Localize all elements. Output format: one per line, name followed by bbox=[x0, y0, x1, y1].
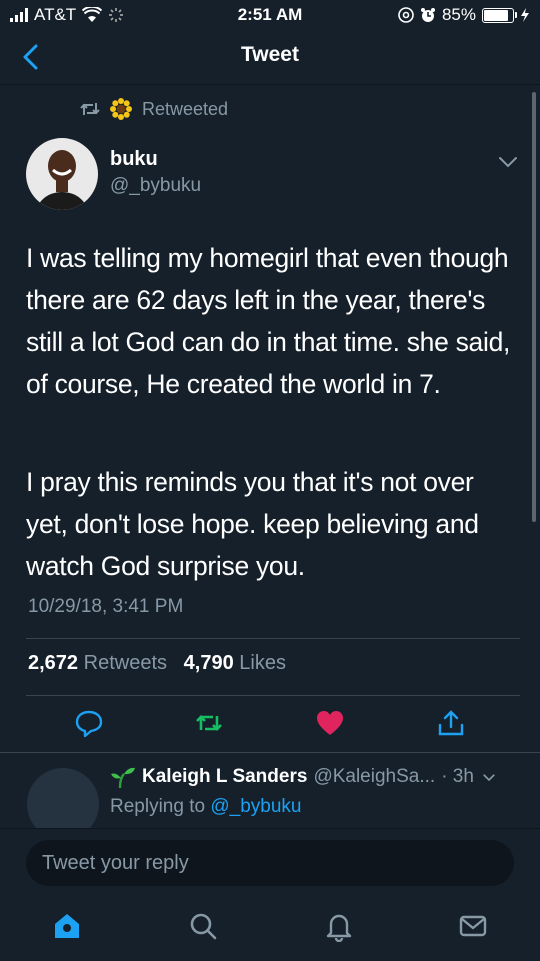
reply-header[interactable]: Kaleigh L Sanders @KaleighSa... · 3h bbox=[110, 766, 498, 788]
retweets-label[interactable]: Retweets bbox=[84, 652, 167, 674]
divider bbox=[26, 638, 520, 639]
battery-percent: 85% bbox=[441, 5, 476, 24]
share-icon[interactable] bbox=[436, 708, 466, 738]
tweet-stats: 2,672 Retweets 4,790 Likes bbox=[28, 652, 286, 675]
tweet-paragraph: I pray this reminds you that it's not ov… bbox=[26, 467, 479, 581]
retweets-count[interactable]: 2,672 bbox=[28, 652, 78, 674]
chevron-down-icon[interactable] bbox=[496, 150, 520, 174]
at-icon bbox=[398, 7, 414, 23]
battery-icon bbox=[482, 7, 517, 23]
author-name[interactable]: buku bbox=[110, 148, 158, 171]
likes-label[interactable]: Likes bbox=[239, 652, 286, 674]
reply-composer[interactable] bbox=[26, 840, 514, 886]
author-handle[interactable]: @_bybuku bbox=[110, 175, 201, 197]
chevron-down-icon[interactable] bbox=[480, 768, 498, 786]
sunflower-icon bbox=[110, 98, 132, 120]
heart-icon[interactable] bbox=[315, 708, 345, 738]
replying-to: Replying to @_bybuku bbox=[110, 796, 301, 818]
reply-input[interactable] bbox=[26, 840, 482, 886]
sprout-icon bbox=[111, 767, 135, 788]
charging-icon bbox=[521, 8, 529, 22]
messages-envelope-icon[interactable] bbox=[457, 910, 489, 942]
nav-bar: Tweet bbox=[0, 30, 540, 85]
home-icon[interactable] bbox=[51, 910, 83, 942]
reply-icon[interactable] bbox=[74, 708, 104, 738]
status-bar: AT&T 2:51 AM 85% bbox=[0, 0, 540, 30]
retweet-button-icon[interactable] bbox=[194, 708, 224, 738]
status-right: 85% bbox=[398, 5, 530, 25]
notifications-bell-icon[interactable] bbox=[323, 910, 355, 942]
replying-to-handle[interactable]: @_bybuku bbox=[210, 796, 301, 817]
battery-fill bbox=[484, 9, 508, 21]
page-title: Tweet bbox=[241, 43, 299, 66]
tweet-paragraph: I was telling my homegirl that even thou… bbox=[26, 243, 511, 399]
search-icon[interactable] bbox=[187, 910, 219, 942]
replying-to-label: Replying to bbox=[110, 796, 206, 817]
retweeted-indicator: Retweeted bbox=[80, 98, 228, 120]
divider bbox=[26, 695, 520, 696]
scrollbar[interactable] bbox=[532, 92, 536, 522]
retweet-icon bbox=[80, 103, 100, 115]
retweeted-label: Retweeted bbox=[142, 98, 229, 119]
reply-time: · 3h bbox=[441, 766, 474, 787]
author-avatar[interactable] bbox=[26, 138, 98, 210]
likes-count[interactable]: 4,790 bbox=[184, 652, 234, 674]
reply-author-name: Kaleigh L Sanders bbox=[142, 766, 308, 787]
avatar-image bbox=[26, 138, 98, 210]
divider bbox=[0, 752, 540, 753]
tweet-timestamp: 10/29/18, 3:41 PM bbox=[28, 596, 184, 617]
reply-author-handle: @KaleighSa... bbox=[313, 766, 436, 787]
alarm-icon bbox=[420, 8, 435, 22]
